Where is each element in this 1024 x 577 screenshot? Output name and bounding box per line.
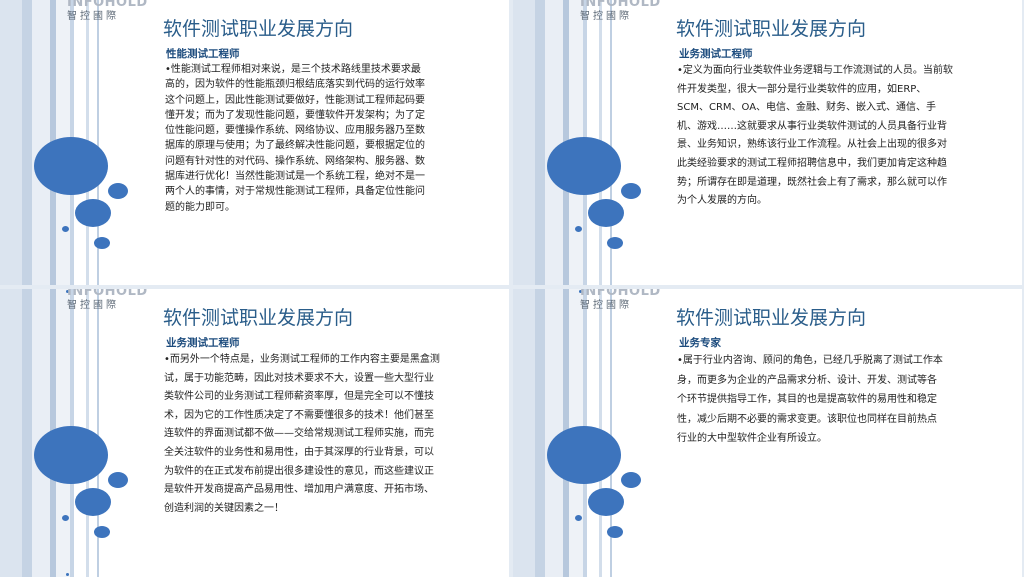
decor-stripe (22, 289, 32, 577)
decor-stripe (535, 0, 545, 285)
company-logo: INFOHOLD 智控國際 (580, 0, 661, 23)
decor-circle-icon (34, 426, 108, 484)
decor-circle-icon (547, 426, 621, 484)
slide-title: 软件测试职业发展方向 (676, 18, 867, 40)
slide-3[interactable]: INFOHOLD 智控國際 软件测试职业发展方向 业务测试工程师 •而另外一个特… (0, 289, 509, 577)
slide-body-text: •性能测试工程师相对来说，是三个技术路线里技术要求最高的，因为软件的性能瓶颈归根… (165, 64, 425, 213)
slide-title: 软件测试职业发展方向 (163, 18, 354, 40)
slide-2[interactable]: INFOHOLD 智控國際 软件测试职业发展方向 业务测试工程师 •定义为面向行… (513, 0, 1022, 285)
decor-circle-icon (547, 137, 621, 195)
slide-body-text: •定义为面向行业类软件业务逻辑与工作流测试的人员。当前软件开发类型，很大一部分是… (677, 65, 953, 207)
logo-chinese: 智控國際 (580, 11, 632, 22)
decor-stripe (0, 0, 22, 285)
decor-circle-icon (94, 526, 110, 538)
decor-circle-icon (34, 137, 108, 195)
slide-subtitle: 业务测试工程师 (679, 48, 753, 60)
slide-4[interactable]: INFOHOLD 智控國際 软件测试职业发展方向 业务专家 •属于行业内咨询、顾… (513, 289, 1022, 577)
decor-circle-icon (588, 199, 624, 227)
slide-1[interactable]: INFOHOLD 智控國際 软件测试职业发展方向 性能测试工程师 •性能测试工程… (0, 0, 509, 285)
decor-circle-icon (108, 472, 128, 488)
decor-circle-icon (62, 515, 69, 521)
slide-subtitle: 业务测试工程师 (166, 337, 240, 349)
logo-english: INFOHOLD (67, 289, 148, 299)
decor-dot-icon (66, 573, 69, 576)
decor-stripe (535, 289, 545, 577)
logo-chinese: 智控國際 (67, 300, 119, 311)
slide-subtitle: 业务专家 (679, 337, 721, 349)
slide-body-text: •而另外一个特点是，业务测试工程师的工作内容主要是黑盒测试，属于功能范畴，因此对… (164, 354, 440, 514)
decor-circle-icon (575, 226, 582, 232)
slide-subtitle: 性能测试工程师 (166, 48, 240, 60)
slide-title: 软件测试职业发展方向 (163, 307, 354, 329)
slide-title: 软件测试职业发展方向 (676, 307, 867, 329)
decor-stripe (513, 289, 535, 577)
decor-circle-icon (621, 472, 641, 488)
company-logo: INFOHOLD 智控國際 (67, 289, 148, 312)
decor-circle-icon (607, 526, 623, 538)
decor-stripe (0, 289, 22, 577)
decor-circle-icon (575, 515, 582, 521)
decor-circle-icon (75, 199, 111, 227)
company-logo: INFOHOLD 智控國際 (580, 289, 661, 312)
company-logo: INFOHOLD 智控國際 (67, 0, 148, 23)
decor-circle-icon (108, 183, 128, 199)
logo-chinese: 智控國際 (67, 11, 119, 22)
decor-stripe (22, 0, 32, 285)
logo-english: INFOHOLD (580, 0, 661, 10)
logo-english: INFOHOLD (580, 289, 661, 299)
decor-stripe (513, 0, 535, 285)
decor-circle-icon (607, 237, 623, 249)
logo-chinese: 智控國際 (580, 300, 632, 311)
decor-circle-icon (62, 226, 69, 232)
decor-circle-icon (75, 488, 111, 516)
slide-body-text: •属于行业内咨询、顾问的角色，已经几乎脱离了测试工作本身，而更多为企业的产品需求… (677, 355, 943, 444)
decor-circle-icon (621, 183, 641, 199)
logo-english: INFOHOLD (67, 0, 148, 10)
decor-circle-icon (94, 237, 110, 249)
decor-circle-icon (588, 488, 624, 516)
